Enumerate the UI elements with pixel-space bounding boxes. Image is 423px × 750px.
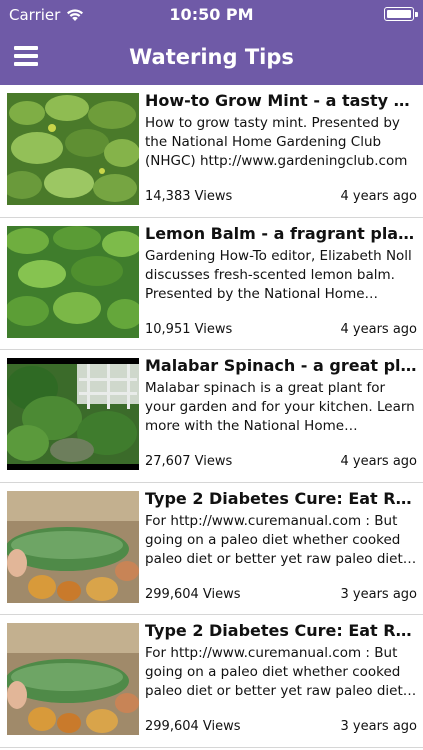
upload-age: 4 years ago xyxy=(340,189,417,204)
battery-icon xyxy=(384,7,418,21)
mint-plant-image xyxy=(7,93,139,205)
navigation-bar: Watering Tips xyxy=(0,30,423,85)
lemon-balm-image xyxy=(7,225,139,338)
bitter-melon-image xyxy=(7,490,139,603)
video-list-item[interactable]: Lemon Balm - a fragrant plant for your g… xyxy=(0,218,423,350)
video-list-item[interactable]: Type 2 Diabetes Cure: Eat Raw Bitter Mel… xyxy=(0,483,423,615)
upload-age: 3 years ago xyxy=(340,719,417,734)
status-bar: Carrier 10:50 PM xyxy=(0,0,423,30)
page-title: Watering Tips xyxy=(129,45,294,69)
video-info: Lemon Balm - a fragrant plant for your g… xyxy=(145,224,417,342)
upload-age: 4 years ago xyxy=(340,321,417,337)
video-thumbnail[interactable] xyxy=(7,623,139,735)
view-count: 299,604 Views xyxy=(145,586,241,602)
video-thumbnail[interactable] xyxy=(7,225,139,338)
video-list-item[interactable]: Malabar Spinach - a great plant for your… xyxy=(0,350,423,483)
video-description: Gardening How-To editor, Elizabeth Noll … xyxy=(145,247,412,302)
video-meta: 299,604 Views 3 years ago xyxy=(145,587,417,607)
video-thumbnail[interactable] xyxy=(7,93,139,205)
upload-age: 4 years ago xyxy=(340,454,417,469)
video-info: Type 2 Diabetes Cure: Eat Raw Bitter Mel… xyxy=(145,489,417,607)
video-info: Malabar Spinach - a great plant for your… xyxy=(145,356,417,474)
video-title: Type 2 Diabetes Cure: Eat Raw Bitter Mel… xyxy=(145,488,417,508)
view-count: 10,951 Views xyxy=(145,321,233,337)
video-list-item[interactable]: How-to Grow Mint - a tasty tip from the … xyxy=(0,85,423,218)
status-time: 10:50 PM xyxy=(169,5,254,24)
video-description: How to grow tasty mint. Presented by the… xyxy=(145,115,408,169)
video-thumbnail[interactable] xyxy=(7,490,139,603)
app-header: Carrier 10:50 PM Watering Tips xyxy=(0,0,423,85)
view-count: 14,383 Views xyxy=(145,189,233,204)
video-list-item[interactable]: Type 2 Diabetes Cure: Eat Raw Bitter Mel… xyxy=(0,615,423,748)
video-info: How-to Grow Mint - a tasty tip from the … xyxy=(145,91,417,209)
video-title: Type 2 Diabetes Cure: Eat Raw Bitter Mel… xyxy=(145,621,417,640)
video-thumbnail[interactable] xyxy=(7,358,139,470)
video-description: For http://www.curemanual.com : But goin… xyxy=(145,645,403,699)
video-title: Malabar Spinach - a great plant for your… xyxy=(145,356,417,375)
upload-age: 3 years ago xyxy=(340,586,417,602)
view-count: 299,604 Views xyxy=(145,719,241,734)
video-meta: 14,383 Views 4 years ago xyxy=(145,189,417,209)
video-meta: 299,604 Views 3 years ago xyxy=(145,719,417,739)
video-meta: 10,951 Views 4 years ago xyxy=(145,322,417,342)
video-list: How-to Grow Mint - a tasty tip from the … xyxy=(0,85,423,748)
video-title: How-to Grow Mint - a tasty tip from the … xyxy=(145,91,417,110)
video-description: For http://www.curemanual.com : But goin… xyxy=(145,512,403,567)
video-description: Malabar spinach is a great plant for you… xyxy=(145,380,415,434)
video-title: Lemon Balm - a fragrant plant for your g… xyxy=(145,223,417,243)
video-meta: 27,607 Views 4 years ago xyxy=(145,454,417,474)
bitter-melon-image xyxy=(7,623,139,735)
malabar-spinach-image xyxy=(7,358,139,470)
video-info: Type 2 Diabetes Cure: Eat Raw Bitter Mel… xyxy=(145,621,417,739)
view-count: 27,607 Views xyxy=(145,454,233,469)
